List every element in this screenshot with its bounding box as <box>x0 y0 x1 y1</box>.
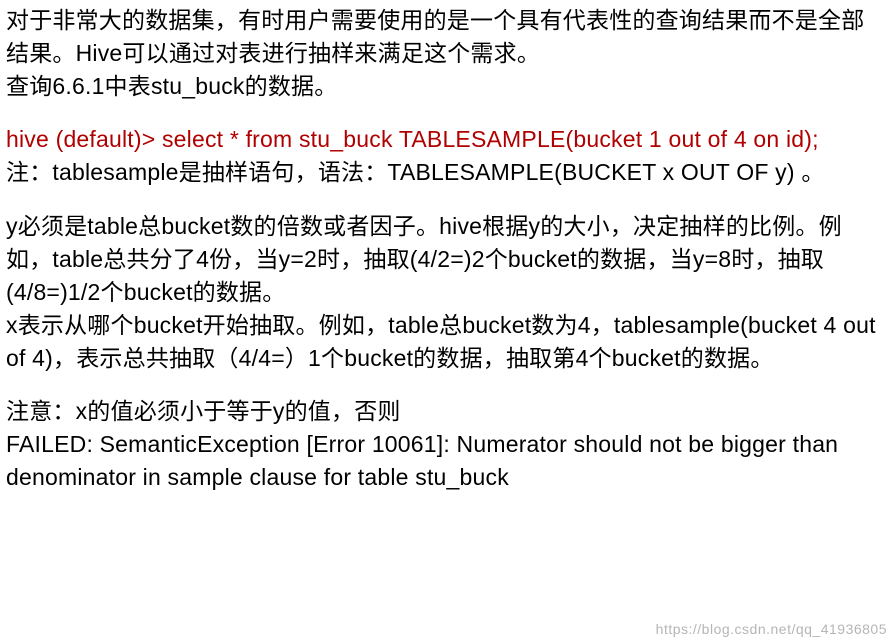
spacer <box>6 103 887 123</box>
keyword-tablesample: tablesample <box>52 159 178 185</box>
paragraph-x-explain: x表示从哪个bucket开始抽取。例如，table总bucket数为4，tabl… <box>6 309 887 375</box>
paragraph-query-ref: 查询6.6.1中表stu_buck的数据。 <box>6 70 887 103</box>
paragraph-syntax-note: 注：tablesample是抽样语句，语法：TABLESAMPLE(BUCKET… <box>6 156 887 189</box>
text-fragment: x表示从哪个bucket开始抽取。例如，table总bucket数为4， <box>6 312 614 338</box>
text-fragment: 查询6.6.1中表 <box>6 73 151 99</box>
document-body: 对于非常大的数据集，有时用户需要使用的是一个具有代表性的查询结果而不是全部结果。… <box>0 0 893 500</box>
text-fragment: 注： <box>6 159 52 185</box>
cmd-tail: TABLESAMPLE(bucket 1 out of 4 on id); <box>393 126 819 152</box>
paragraph-warning: 注意：x的值必须小于等于y的值，否则 <box>6 395 887 428</box>
error-message: FAILED: SemanticException [Error 10061]:… <box>6 428 887 494</box>
spacer <box>6 375 887 395</box>
paragraph-y-explain: y必须是table总bucket数的倍数或者因子。hive根据y的大小，决定抽样… <box>6 210 887 309</box>
text-fragment: 的数据。 <box>245 73 338 99</box>
text-line: 注意：x的值必须小于等于y的值，否则 <box>6 398 401 424</box>
error-prefix: FAILED: <box>6 431 100 457</box>
text-line: Hive可以通过对表进行抽样来满足这个需求。 <box>76 40 540 66</box>
cmd-table-name: stu_buck <box>299 126 393 152</box>
text-block: y必须是table总bucket数的倍数或者因子。hive根据y的大小，决定抽样… <box>6 213 842 305</box>
hive-command: hive (default)> select * from stu_buck T… <box>6 123 887 156</box>
cmd-prompt: hive (default)> select * from <box>6 126 299 152</box>
error-table: stu_buck <box>415 464 509 490</box>
spacer <box>6 190 887 210</box>
keyword-tablesample: tablesample <box>614 312 740 338</box>
text-fragment: 是抽样语句，语法：TABLESAMPLE(BUCKET x OUT OF y) … <box>179 159 825 185</box>
paragraph-intro: 对于非常大的数据集，有时用户需要使用的是一个具有代表性的查询结果而不是全部结果。… <box>6 4 887 70</box>
error-exception: SemanticException <box>100 431 300 457</box>
table-name: stu_buck <box>151 73 245 99</box>
watermark-text: https://blog.csdn.net/qq_41936805 <box>656 621 887 637</box>
